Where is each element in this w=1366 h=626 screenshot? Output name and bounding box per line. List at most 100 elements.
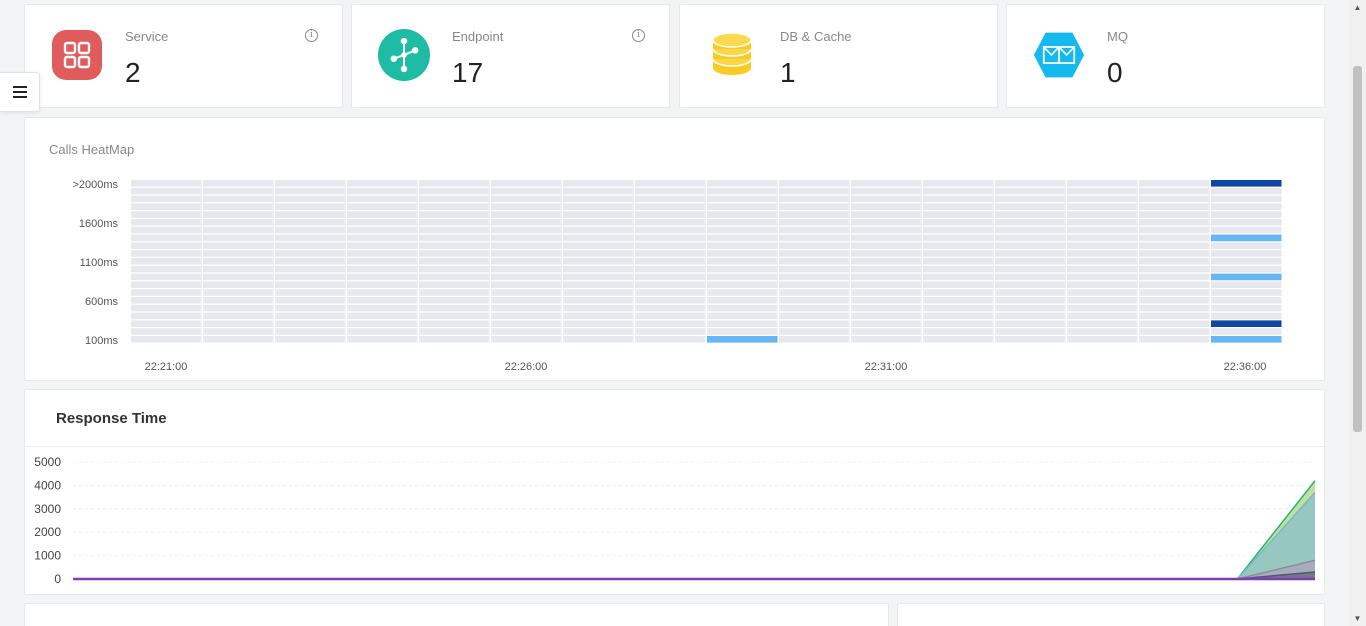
mq-card[interactable]: MQ 0: [1006, 4, 1325, 108]
heatmap-cell: [131, 281, 202, 288]
bottom-right-panel: [897, 603, 1325, 626]
heatmap-cell: [635, 219, 706, 226]
heatmap-cell: [923, 312, 994, 320]
heatmap-chart: >2000ms 1600ms 1100ms 600ms 100ms 22:21:00 22:…: [72, 179, 1282, 373]
series-line: [73, 480, 1316, 580]
heatmap-cell: [563, 203, 634, 210]
heatmap-cell: [491, 203, 562, 210]
info-icon[interactable]: i: [632, 29, 645, 42]
heatmap-cell: [419, 195, 490, 203]
heatmap-cell: [203, 195, 274, 203]
heatmap-cell: [635, 281, 706, 288]
scroll-up-icon[interactable]: ▲: [1349, 3, 1366, 12]
heatmap-cell: [851, 297, 922, 304]
series-area: [73, 480, 1315, 579]
x-axis-label: 22:21:00: [145, 361, 188, 373]
heatmap-cell: [635, 289, 706, 296]
vertical-scrollbar[interactable]: ▲ ▼: [1349, 0, 1366, 626]
heatmap-cell: [779, 312, 850, 320]
heatmap-cell: [275, 180, 346, 187]
heatmap-cell: [1067, 219, 1138, 226]
heatmap-cell: [491, 281, 562, 288]
heatmap-cell: [1211, 312, 1282, 320]
heatmap-cell: [563, 336, 634, 343]
heatmap-cell: [707, 304, 778, 312]
heatmap-cell: [1211, 250, 1282, 257]
heatmap-cell: [707, 180, 778, 187]
heatmap-cell: [779, 328, 850, 335]
heatmap-cell: [1067, 242, 1138, 249]
heatmap-cell: [419, 273, 490, 281]
heatmap-cell: [851, 336, 922, 343]
heatmap-cell: [851, 250, 922, 257]
heatmap-cell: [347, 203, 418, 210]
heatmap-cell: [779, 273, 850, 281]
heatmap-cell: [563, 180, 634, 187]
heatmap-cell: [275, 242, 346, 249]
heatmap-cell: [995, 336, 1066, 343]
heatmap-cell: [275, 289, 346, 296]
series-line: [73, 491, 1316, 580]
heatmap-cell: [203, 289, 274, 296]
heatmap-cell: [923, 187, 994, 195]
heatmap-cell: [1139, 242, 1210, 249]
heatmap-cell: [131, 219, 202, 226]
x-axis-label: 22:36:00: [1224, 361, 1267, 373]
heatmap-cell: [1211, 226, 1282, 234]
heatmap-cell: [347, 297, 418, 304]
heatmap-cell: [419, 320, 490, 327]
heatmap-cell: [635, 180, 706, 187]
heatmap-cell: [707, 273, 778, 281]
heatmap-cell: [275, 226, 346, 234]
heatmap-cell: [1139, 297, 1210, 304]
heatmap-cell: [275, 203, 346, 210]
heatmap-cell: [131, 226, 202, 234]
heatmap-cell: [707, 265, 778, 273]
heatmap-cell: [131, 312, 202, 320]
y-axis-tick: 1000: [34, 549, 61, 563]
heatmap-cell: [1139, 180, 1210, 187]
menu-toggle-button[interactable]: [0, 72, 40, 112]
heatmap-cell: [419, 297, 490, 304]
heatmap-cell: [1067, 289, 1138, 296]
db-cache-card[interactable]: DB & Cache 1: [679, 4, 998, 108]
service-card[interactable]: Service 2 i: [24, 4, 343, 108]
heatmap-cell: [131, 320, 202, 327]
heatmap-cell: [491, 242, 562, 249]
heatmap-cell: [779, 234, 850, 242]
heatmap-cell: [707, 328, 778, 335]
heatmap-cell: [203, 281, 274, 288]
heatmap-cell: [923, 289, 994, 296]
response-time-chart: 5000 4000 3000 2000 1000 0: [34, 455, 1316, 586]
heatmap-cell: [347, 242, 418, 249]
heatmap-cell: [635, 304, 706, 312]
y-axis-tick: 2000: [34, 525, 61, 539]
scroll-down-icon[interactable]: ▼: [1349, 614, 1366, 623]
heatmap-cell: [1211, 219, 1282, 226]
heatmap-cell: [1067, 258, 1138, 265]
heatmap-cell: [563, 234, 634, 242]
heatmap-cell: [923, 258, 994, 265]
heatmap-cell: [1139, 265, 1210, 273]
info-icon[interactable]: i: [305, 29, 318, 42]
heatmap-cell: [923, 234, 994, 242]
heatmap-cell: [707, 258, 778, 265]
heatmap-cell: [1139, 195, 1210, 203]
heatmap-cell: [419, 226, 490, 234]
heatmap-active-cell: [1211, 320, 1282, 327]
heatmap-cell: [203, 312, 274, 320]
heatmap-cell: [779, 226, 850, 234]
heatmap-cell: [1139, 258, 1210, 265]
calls-heatmap-panel: Calls HeatMap >2000ms 1600ms 1100ms 600ms 10…: [24, 117, 1325, 381]
heatmap-cell: [851, 312, 922, 320]
heatmap-cell: [419, 187, 490, 195]
heatmap-cell: [563, 226, 634, 234]
heatmap-cell: [491, 219, 562, 226]
heatmap-cell: [851, 187, 922, 195]
endpoint-card[interactable]: Endpoint 17 i: [351, 4, 670, 108]
heatmap-cell: [923, 203, 994, 210]
heatmap-cell: [1139, 273, 1210, 281]
scrollbar-thumb[interactable]: [1353, 66, 1362, 432]
heatmap-cell: [1139, 336, 1210, 343]
heatmap-cell: [995, 195, 1066, 203]
